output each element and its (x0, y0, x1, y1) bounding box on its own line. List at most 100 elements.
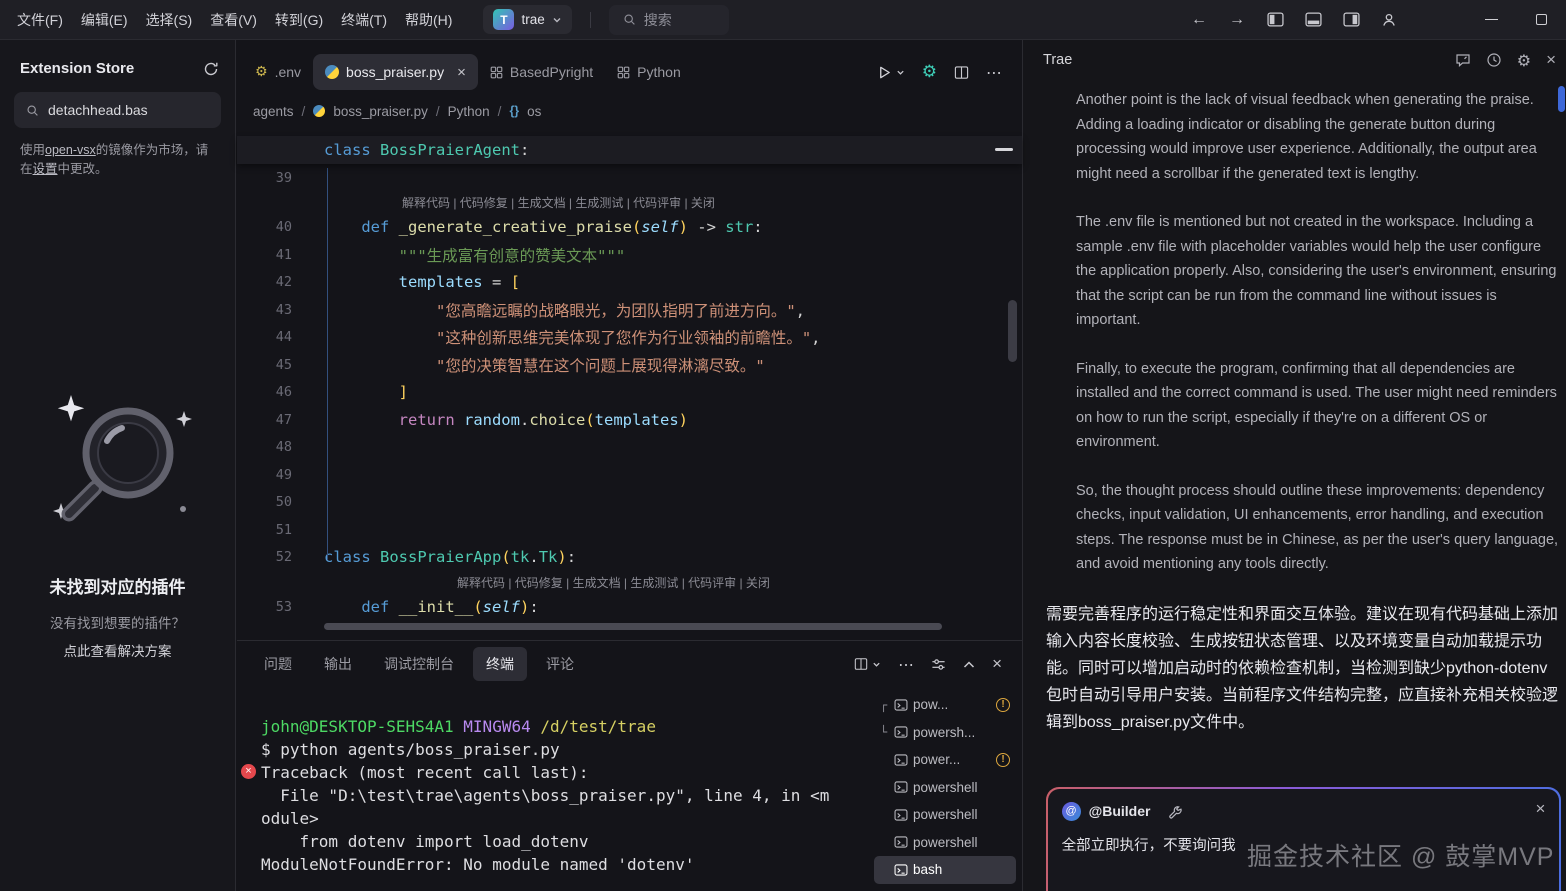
toggle-right-panel-icon[interactable] (1332, 0, 1370, 40)
tab-BasedPyright[interactable]: BasedPyright (478, 54, 605, 90)
toggle-bottom-panel-icon[interactable] (1294, 0, 1332, 40)
terminal-line: $ python agents/boss_praiser.py (261, 738, 862, 761)
terminal-line: from dotenv import load_dotenv (261, 830, 862, 853)
python-icon (325, 65, 339, 79)
global-search[interactable]: 搜索 (609, 5, 729, 35)
chat-scrollbar-thumb[interactable] (1558, 86, 1565, 112)
panel-tab-调试控制台[interactable]: 调试控制台 (371, 647, 467, 681)
grid-icon (490, 66, 503, 79)
code-text[interactable]: return random.choice(templates) (292, 411, 688, 429)
close-panel-icon[interactable]: × (1546, 50, 1556, 70)
close-panel-icon[interactable]: × (992, 654, 1002, 674)
tab-.env[interactable]: ⚙.env (243, 54, 313, 90)
editor-vertical-scrollbar[interactable] (1008, 300, 1017, 362)
line-number: 39 (237, 170, 292, 186)
builder-avatar: @ (1062, 802, 1081, 821)
sidebar-title: Extension Store (20, 60, 203, 77)
panel-tab-评论[interactable]: 评论 (533, 647, 587, 681)
tool-icon[interactable] (1168, 804, 1183, 819)
code-text[interactable]: def __init__(self): (292, 598, 539, 616)
line-number: 43 (237, 302, 292, 318)
settings-gear-icon[interactable]: ⚙ (1517, 51, 1531, 70)
close-tab-icon[interactable]: × (457, 64, 466, 81)
menu-item[interactable]: 查看(V) (201, 0, 266, 40)
split-editor-icon[interactable] (954, 65, 969, 80)
breadcrumb-item[interactable]: os (527, 104, 541, 119)
extension-search-input[interactable]: detachhead.bas (14, 92, 221, 128)
top-fade (1023, 80, 1566, 95)
solution-link[interactable]: 点此查看解决方案 (0, 640, 235, 660)
nav-forward-icon[interactable]: → (1218, 0, 1256, 40)
builder-mention[interactable]: @Builder (1089, 803, 1151, 819)
warning-icon: ! (996, 698, 1010, 712)
codelens-actions[interactable]: 解释代码 | 代码修复 | 生成文档 | 生成测试 | 代码评审 | 关闭 (402, 194, 715, 211)
panel-tab-输出[interactable]: 输出 (311, 647, 365, 681)
terminal-session-pow...[interactable]: ┌pow...! (874, 691, 1016, 719)
nav-back-icon[interactable]: ← (1180, 0, 1218, 40)
account-icon[interactable] (1370, 0, 1408, 40)
menu-item[interactable]: 终端(T) (332, 0, 396, 40)
workspace-name: trae (521, 12, 544, 27)
braces-icon: {} (509, 104, 519, 118)
new-chat-icon[interactable] (1455, 52, 1471, 68)
history-icon[interactable] (1486, 52, 1502, 68)
code-text[interactable]: def _generate_creative_praise(self) -> s… (292, 218, 763, 236)
gear-icon: ⚙ (255, 64, 268, 80)
sticky-line: class BossPraierAgent: (324, 141, 529, 159)
editor-horizontal-scrollbar[interactable] (324, 623, 942, 630)
menu-item[interactable]: 选择(S) (137, 0, 202, 40)
codelens-actions[interactable]: 解释代码 | 代码修复 | 生成文档 | 生成测试 | 代码评审 | 关闭 (457, 574, 770, 591)
clear-input-icon[interactable]: × (1535, 799, 1545, 819)
panel-tab-终端[interactable]: 终端 (473, 647, 527, 681)
breadcrumb-item[interactable]: agents (253, 104, 294, 119)
maximize-button[interactable] (1516, 0, 1566, 40)
menu-item[interactable]: 编辑(E) (72, 0, 137, 40)
minimize-button[interactable] (1466, 0, 1516, 40)
ai-settings-icon[interactable]: ⚙ (922, 62, 937, 82)
tab-Python[interactable]: Python (605, 54, 693, 90)
terminal-session-bash[interactable]: bash (874, 856, 1016, 884)
divider (590, 12, 591, 28)
refresh-icon[interactable] (203, 61, 219, 77)
line-number: 53 (237, 599, 292, 615)
toggle-left-panel-icon[interactable] (1256, 0, 1294, 40)
tab-boss_praiser.py[interactable]: boss_praiser.py× (313, 54, 478, 90)
terminal-session-powershell[interactable]: powershell (874, 774, 1016, 802)
code-text[interactable]: """生成富有创意的赞美文本""" (292, 244, 625, 266)
more-actions-icon[interactable]: ⋯ (986, 63, 1002, 82)
code-text[interactable]: class BossPraierApp(tk.Tk): (292, 548, 576, 566)
link-设置[interactable]: 设置 (33, 162, 58, 176)
workspace-switcher[interactable]: T trae (483, 5, 571, 34)
filter-icon[interactable] (931, 657, 946, 672)
panel-tab-问题[interactable]: 问题 (251, 647, 305, 681)
title-bar: 文件(F)编辑(E)选择(S)查看(V)转到(G)终端(T)帮助(H) T tr… (0, 0, 1566, 40)
thinking-paragraph: Finally, to execute the program, confirm… (1076, 357, 1563, 455)
menu-item[interactable]: 文件(F) (8, 0, 72, 40)
warning-icon: ! (996, 753, 1010, 767)
maximize-panel-icon[interactable] (963, 660, 975, 669)
terminal-session-power...[interactable]: power...! (874, 746, 1016, 774)
grid-icon (617, 66, 630, 79)
code-text[interactable]: "您高瞻远瞩的战略眼光，为团队指明了前进方向。", (292, 299, 805, 321)
breadcrumb-item[interactable]: Python (448, 104, 490, 119)
split-terminal-icon[interactable] (854, 657, 881, 671)
terminal-session-powershell[interactable]: powershell (874, 829, 1016, 857)
link-open-vsx[interactable]: open-vsx (45, 143, 96, 157)
line-number: 42 (237, 274, 292, 290)
terminal-line: File "D:\test\trae\agents\boss_praiser.p… (261, 784, 862, 807)
menu-item[interactable]: 帮助(H) (396, 0, 461, 40)
more-actions-icon[interactable]: ⋯ (898, 655, 914, 674)
code-text[interactable]: "这种创新思维完美体现了您作为行业领袖的前瞻性。", (292, 326, 821, 348)
terminal-session-powersh...[interactable]: └powersh... (874, 719, 1016, 747)
code-text[interactable]: "您的决策智慧在这个问题上展现得淋漓尽致。" (292, 354, 765, 376)
code-text[interactable]: ] (292, 383, 408, 401)
code-line-41: 41 """生成富有创意的赞美文本""" (237, 241, 1022, 269)
menu-item[interactable]: 转到(G) (266, 0, 332, 40)
breadcrumb-item[interactable]: boss_praiser.py (333, 104, 428, 119)
terminal-session-powershell[interactable]: powershell (874, 801, 1016, 829)
terminal-output[interactable]: john@DESKTOP-SEHS4A1 MINGW64 /d/test/tra… (261, 715, 862, 876)
run-button[interactable] (877, 65, 905, 80)
code-lines[interactable]: 39 解释代码 | 代码修复 | 生成文档 | 生成测试 | 代码评审 | 关闭 4… (237, 164, 1022, 621)
magnifier-illustration (33, 387, 203, 547)
terminal-icon (894, 698, 908, 712)
